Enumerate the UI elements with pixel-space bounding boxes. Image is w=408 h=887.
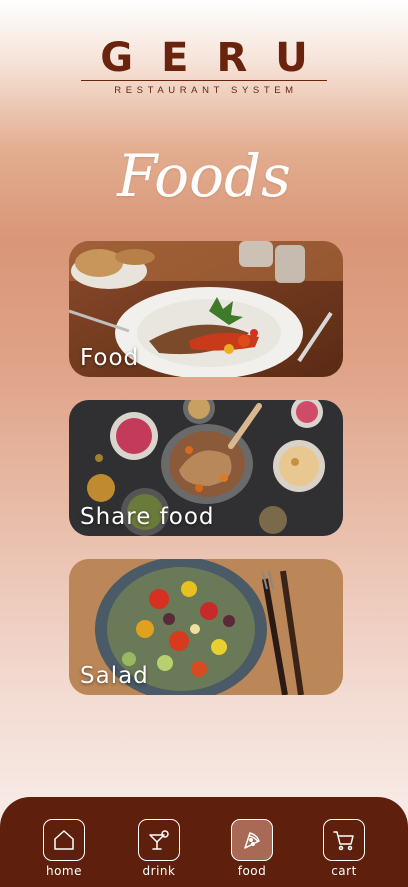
cocktail-icon [138, 819, 180, 861]
category-label: Salad [80, 663, 149, 689]
cart-icon [323, 819, 365, 861]
tab-label: cart [331, 864, 357, 878]
brand-logo: GERU RESTAURANT SYSTEM [0, 36, 408, 96]
category-card-share-food[interactable]: Share food [69, 400, 343, 536]
brand-subtitle: RESTAURANT SYSTEM [114, 85, 298, 96]
tab-home[interactable]: home [34, 819, 94, 878]
pizza-slice-icon [231, 819, 273, 861]
tab-label: drink [142, 864, 176, 878]
category-label: Food [80, 345, 140, 371]
brand-title: GERU [100, 35, 336, 81]
category-label: Share food [80, 504, 215, 530]
tab-cart[interactable]: cart [314, 819, 374, 878]
tab-label: home [45, 864, 83, 878]
page-title: Foods [117, 142, 291, 210]
home-icon [43, 819, 85, 861]
category-card-salad[interactable]: Salad [69, 559, 343, 695]
tab-drink[interactable]: drink [129, 819, 189, 878]
tab-food[interactable]: food [222, 819, 282, 878]
bottom-tab-bar: home drink food cart [0, 797, 408, 887]
category-card-food[interactable]: Food [69, 241, 343, 377]
tab-label: food [237, 864, 267, 878]
